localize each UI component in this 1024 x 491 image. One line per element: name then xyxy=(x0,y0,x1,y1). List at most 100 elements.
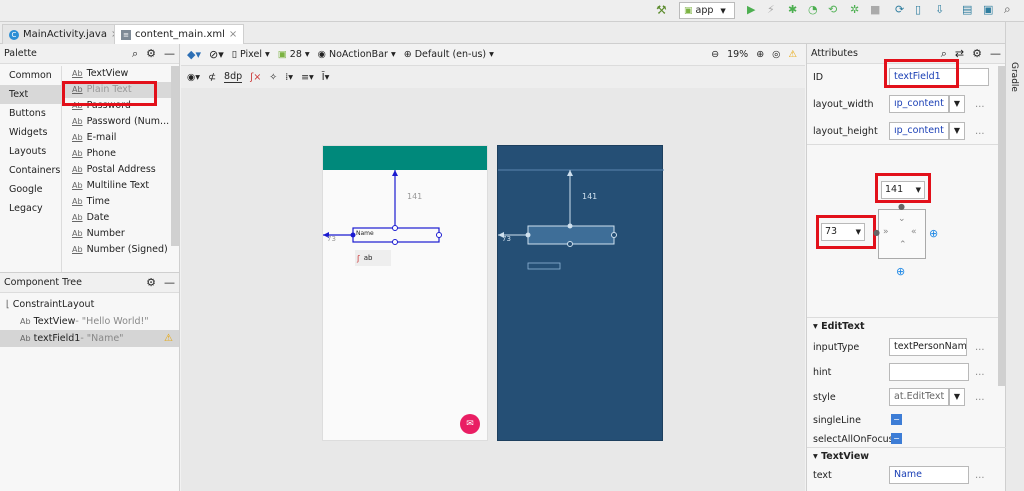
palette-item[interactable]: Ab Date xyxy=(64,210,171,226)
layout-height-field[interactable]: ıp_content xyxy=(889,122,949,140)
theme-select[interactable]: ◉ NoActionBar ▾ xyxy=(318,49,396,60)
api-select[interactable]: ▣ 28 ▾ xyxy=(278,49,310,60)
align-icon[interactable]: ≡▾ xyxy=(301,72,314,83)
more-icon[interactable]: … xyxy=(975,470,985,481)
zoom-in-icon[interactable]: ⊕ xyxy=(756,49,764,60)
tree-item-textfield1[interactable]: Ab textField1- "Name" ⚠ xyxy=(0,330,179,347)
palette-item[interactable]: Ab Multiline Text xyxy=(64,178,171,194)
gradle-sidebar[interactable]: Gradle xyxy=(1005,22,1024,491)
blueprint-surface[interactable]: 141 73 xyxy=(497,145,664,441)
orientation-icon[interactable]: ⊘▾ xyxy=(209,48,224,61)
palette-item[interactable]: Ab Number (Signed) xyxy=(64,242,171,258)
hint-field[interactable] xyxy=(889,363,969,381)
style-field[interactable]: at.EditText xyxy=(889,388,949,406)
edittext-section[interactable]: ▾ EditText xyxy=(807,317,1006,335)
baseline-icon[interactable]: ab xyxy=(364,254,373,262)
more-icon[interactable]: … xyxy=(975,126,985,137)
sdk-manager-icon[interactable]: ⇩ xyxy=(935,3,944,16)
tree-root[interactable]: ⌊ ConstraintLayout xyxy=(0,296,179,313)
search-icon[interactable]: ⌕ xyxy=(1004,2,1011,17)
zoom-fit-icon[interactable]: ◎ xyxy=(772,49,780,60)
chevron-down-icon[interactable]: ▼ xyxy=(949,95,965,113)
stop-icon[interactable]: ■ xyxy=(870,3,880,16)
palette-item[interactable]: Ab E-mail xyxy=(64,130,171,146)
add-right-constraint-icon[interactable]: ⊕ xyxy=(929,227,938,240)
infer-constraints-icon[interactable]: ✧ xyxy=(269,72,277,83)
add-bottom-constraint-icon[interactable]: ⊕ xyxy=(896,265,905,278)
palette-item[interactable]: Ab Number xyxy=(64,226,171,242)
palette-item[interactable]: Ab TextView xyxy=(64,66,171,82)
autoconnect-icon[interactable]: ⊄ xyxy=(208,72,216,83)
guidelines-icon[interactable]: Ī▾ xyxy=(322,72,330,83)
chevron-down-icon[interactable]: ▼ xyxy=(949,388,965,406)
gear-icon[interactable]: ⚙ xyxy=(972,47,982,60)
tab-content-main[interactable]: ≡ content_main.xml × xyxy=(114,24,245,44)
hammer-icon[interactable]: ⚒ xyxy=(656,3,667,17)
debug-icon[interactable]: ✱ xyxy=(788,3,797,16)
minimize-icon[interactable]: — xyxy=(164,47,175,60)
gear-icon[interactable]: ⚙ xyxy=(146,47,156,60)
avd-manager-icon[interactable]: ▯ xyxy=(915,3,921,16)
category-google[interactable]: Google xyxy=(0,180,61,199)
apply-changes-icon[interactable]: ⚡ xyxy=(767,3,775,16)
category-buttons[interactable]: Buttons xyxy=(0,104,61,123)
category-legacy[interactable]: Legacy xyxy=(0,199,61,218)
close-icon[interactable]: × xyxy=(229,29,237,40)
minimize-icon[interactable]: — xyxy=(164,276,175,289)
profile-icon[interactable]: ◔ xyxy=(808,3,818,16)
category-containers[interactable]: Containers xyxy=(0,161,61,180)
warning-icon[interactable]: ⚠ xyxy=(164,330,173,347)
more-icon[interactable]: … xyxy=(975,99,985,110)
run-icon[interactable]: ▶ xyxy=(747,3,755,16)
tree-item-textview[interactable]: Ab TextView- "Hello World!" xyxy=(0,313,179,330)
attributes-scrollbar[interactable] xyxy=(998,66,1006,386)
fab-email-icon[interactable]: ✉ xyxy=(460,414,480,434)
chevron-down-icon[interactable]: ▼ xyxy=(949,122,965,140)
warning-icon[interactable]: ⚠ xyxy=(788,49,797,60)
default-margin[interactable]: 8dp xyxy=(224,71,243,83)
clear-constraints-icon[interactable]: ʃ× xyxy=(250,72,261,83)
select-all-toggle[interactable]: − xyxy=(891,433,902,444)
palette-item[interactable]: Ab Time xyxy=(64,194,171,210)
palette-item[interactable]: Ab Password (Num... xyxy=(64,114,171,130)
category-common[interactable]: Common xyxy=(0,66,61,85)
design-text-field[interactable]: Name xyxy=(356,230,374,237)
tab-mainactivity[interactable]: C MainActivity.java × xyxy=(2,24,127,44)
palette-item[interactable]: Ab Postal Address xyxy=(64,162,171,178)
layers-icon[interactable]: ◆▾ xyxy=(187,48,201,61)
constraint-box[interactable]: ⌄ ⌃ » « xyxy=(878,209,926,259)
more-icon[interactable]: … xyxy=(975,367,985,378)
palette-item[interactable]: Ab Phone xyxy=(64,146,171,162)
gear-icon[interactable]: ⚙ xyxy=(146,276,156,289)
attach-debugger-icon[interactable]: ⟲ xyxy=(828,3,837,16)
top-handle-icon[interactable]: ● xyxy=(898,202,905,211)
project-structure-icon[interactable]: ▤ xyxy=(962,3,972,16)
blueprint-overlay xyxy=(498,169,664,270)
device-manager-icon[interactable]: ▣ xyxy=(983,3,993,16)
design-canvas[interactable]: ◆▾ ⊘▾ ▯ Pixel ▾ ▣ 28 ▾ ◉ NoActionBar ▾ ⊕… xyxy=(181,44,805,491)
palette-scrollbar[interactable] xyxy=(171,66,179,246)
more-icon[interactable]: … xyxy=(975,342,985,353)
input-type-field[interactable]: textPersonName xyxy=(889,338,967,356)
text-field[interactable]: Name xyxy=(889,466,969,484)
category-widgets[interactable]: Widgets xyxy=(0,123,61,142)
minimize-icon[interactable]: — xyxy=(990,47,1001,60)
zoom-out-icon[interactable]: ⊖ xyxy=(711,49,719,60)
category-text[interactable]: Text xyxy=(0,85,61,104)
sync-gradle-icon[interactable]: ⟳ xyxy=(895,3,904,16)
locale-select[interactable]: ⊕ Default (en-us) ▾ xyxy=(404,49,494,60)
attach-process-icon[interactable]: ✲ xyxy=(850,3,859,16)
layout-width-field[interactable]: ıp_content xyxy=(889,95,949,113)
clear-constraints-icon[interactable]: ʃ xyxy=(357,254,360,263)
view-options-icon[interactable]: ◉▾ xyxy=(187,72,200,83)
single-line-toggle[interactable]: − xyxy=(891,414,902,425)
category-layouts[interactable]: Layouts xyxy=(0,142,61,161)
device-select[interactable]: ▯ Pixel ▾ xyxy=(232,49,270,60)
textview-section[interactable]: ▾ TextView xyxy=(807,447,1006,465)
design-surface[interactable]: 141 73 Name ʃ ab ✉ xyxy=(322,145,488,441)
pack-icon[interactable]: ⁞▾ xyxy=(285,72,293,83)
more-icon[interactable]: … xyxy=(975,392,985,403)
search-icon[interactable]: ⌕ xyxy=(132,47,138,61)
left-handle-icon[interactable]: ● xyxy=(873,228,880,237)
run-config-select[interactable]: ▣ app ▼ xyxy=(679,2,735,19)
